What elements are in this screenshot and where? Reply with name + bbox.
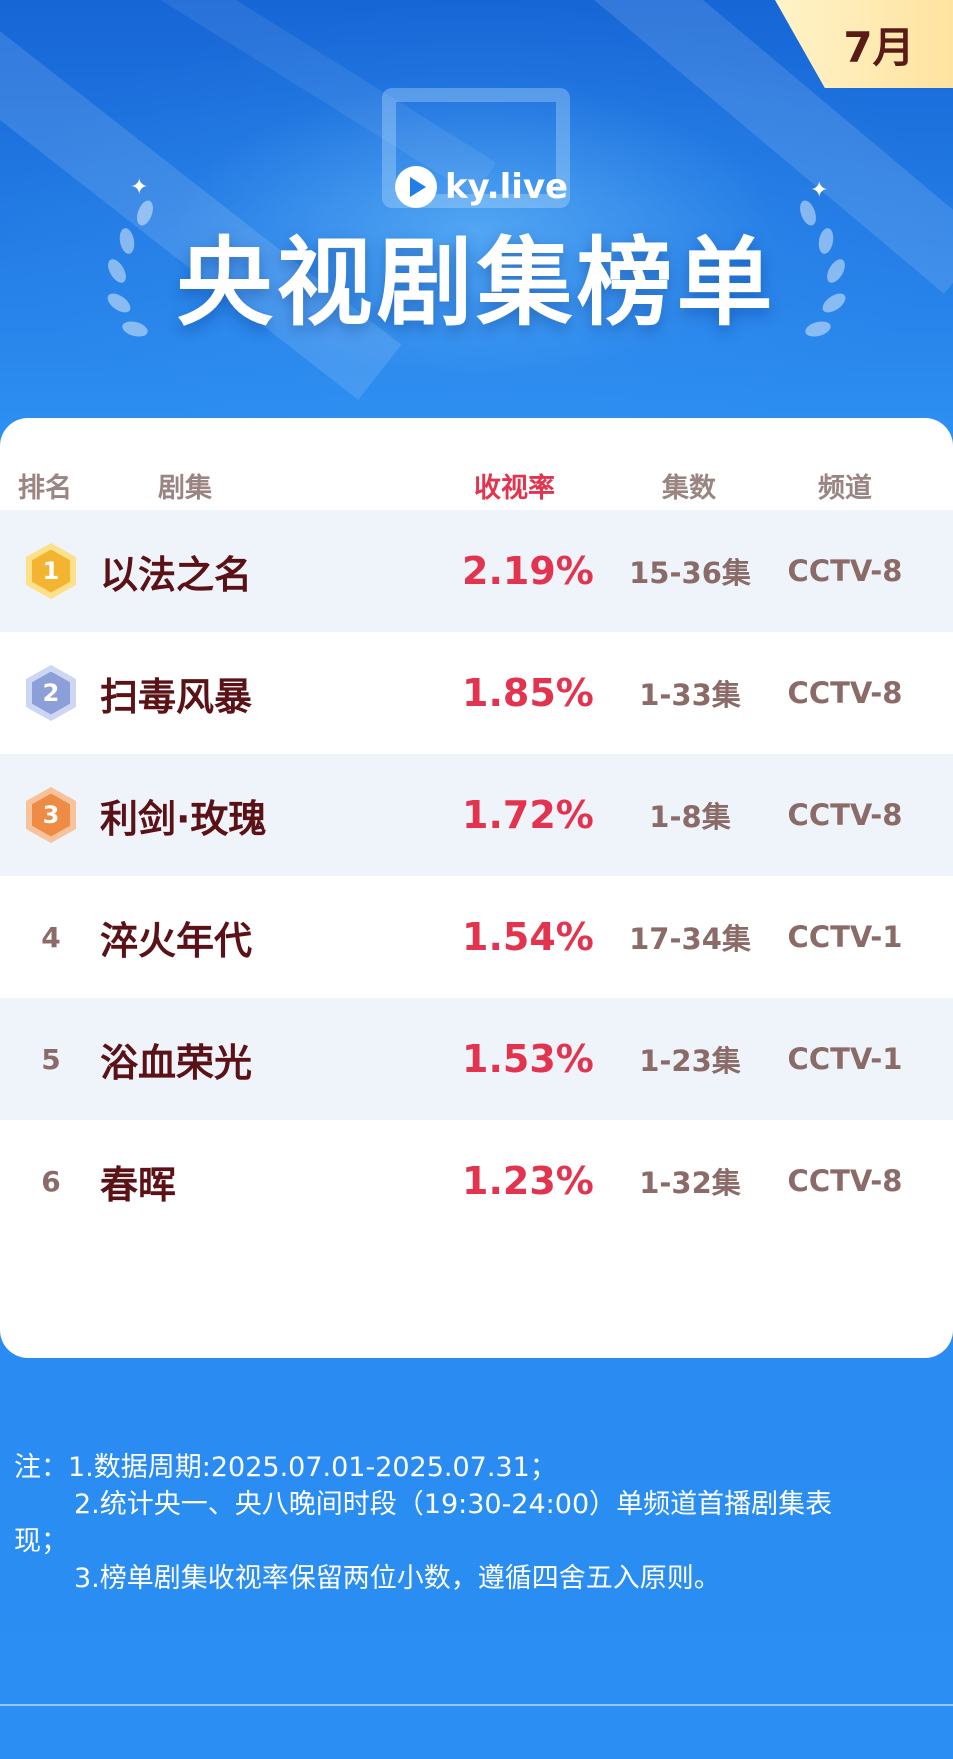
drama-name: 以法之名 — [100, 552, 253, 597]
page-title: 央视剧集榜单 — [176, 227, 777, 339]
channel-value: CCTV-8 — [787, 554, 903, 588]
rating-value: 1.72% — [462, 793, 594, 837]
rank-cell: 3 — [18, 754, 84, 876]
rating-value: 1.53% — [462, 1037, 594, 1081]
rank-cell: 4 — [18, 876, 84, 998]
table-row: 3 利剑·玫瑰 1.72% 1-8集 CCTV-8 — [0, 754, 953, 876]
drama-name: 扫毒风暴 — [100, 674, 253, 719]
gold-medal-icon: 1 — [26, 543, 76, 599]
rating-value: 1.85% — [462, 671, 594, 715]
footnotes: 注：1.数据周期:2025.07.01-2025.07.31； 2.统计央一、央… — [14, 1449, 934, 1597]
episodes-value: 17-34集 — [629, 922, 751, 956]
rank-cell: 5 — [18, 998, 84, 1120]
table-row: 1 以法之名 2.19% 15-36集 CCTV-8 — [0, 510, 953, 632]
rank-cell: 6 — [18, 1120, 84, 1242]
channel-value: CCTV-8 — [787, 676, 903, 710]
rank-number: 5 — [41, 1042, 61, 1076]
column-rank: 排名 — [18, 473, 72, 504]
episodes-value: 1-8集 — [649, 800, 731, 834]
channel-value: CCTV-1 — [787, 920, 903, 954]
table-row: 4 淬火年代 1.54% 17-34集 CCTV-1 — [0, 876, 953, 998]
brand-logo-icon — [395, 166, 437, 208]
brand: ky.live — [395, 166, 568, 208]
table-header: 排名 剧集 收视率 集数 频道 — [0, 418, 953, 510]
divider — [0, 1704, 953, 1706]
column-drama: 剧集 — [158, 473, 212, 504]
sparkle-icon: ✦ — [130, 175, 149, 200]
table-row: 5 浴血荣光 1.53% 1-23集 CCTV-1 — [0, 998, 953, 1120]
episodes-value: 15-36集 — [629, 556, 751, 590]
rank-number: 2 — [32, 671, 70, 715]
rank-number: 6 — [41, 1164, 61, 1198]
episodes-value: 1-23集 — [639, 1044, 741, 1078]
drama-name: 利剑·玫瑰 — [100, 796, 267, 841]
rank-number: 3 — [32, 793, 70, 837]
note-line: 注：1.数据周期:2025.07.01-2025.07.31； — [14, 1452, 557, 1483]
drama-name: 浴血荣光 — [100, 1040, 253, 1085]
silver-medal-icon: 2 — [26, 665, 76, 721]
episodes-value: 1-33集 — [639, 678, 741, 712]
rank-number: 4 — [41, 920, 61, 954]
table-row: 2 扫毒风暴 1.85% 1-33集 CCTV-8 — [0, 632, 953, 754]
note-line: 3.榜单剧集收视率保留两位小数，遵循四舍五入原则。 — [74, 1563, 721, 1594]
rank-number: 1 — [32, 549, 70, 593]
rank-cell: 2 — [18, 632, 84, 754]
table-row: 6 春晖 1.23% 1-32集 CCTV-8 — [0, 1120, 953, 1242]
note-line: 2.统计央一、央八晚间时段（19:30-24:00）单频道首播剧集表 — [74, 1489, 833, 1520]
month-label: 7月 — [843, 22, 915, 72]
rating-value: 1.23% — [462, 1159, 594, 1203]
column-channel: 频道 — [818, 473, 872, 504]
column-episodes: 集数 — [662, 473, 716, 504]
note-line: 现； — [14, 1526, 68, 1557]
episodes-value: 1-32集 — [639, 1166, 741, 1200]
drama-name: 春晖 — [100, 1162, 177, 1207]
channel-value: CCTV-1 — [787, 1042, 903, 1076]
sparkle-icon: ✦ — [810, 178, 829, 203]
bronze-medal-icon: 3 — [26, 787, 76, 843]
brand-name: ky.live — [445, 167, 569, 207]
ranking-table: 排名 剧集 收视率 集数 频道 1 以法之名 2.19% 15-36集 CCTV… — [0, 418, 953, 1358]
rating-value: 1.54% — [462, 915, 594, 959]
hero-banner: ✦ ✦ ky.live 央视剧集榜单 — [0, 0, 953, 420]
rating-value: 2.19% — [462, 549, 594, 593]
channel-value: CCTV-8 — [787, 798, 903, 832]
channel-value: CCTV-8 — [787, 1164, 903, 1198]
rank-cell: 1 — [18, 510, 84, 632]
drama-name: 淬火年代 — [100, 918, 253, 963]
column-rating: 收视率 — [474, 473, 555, 504]
